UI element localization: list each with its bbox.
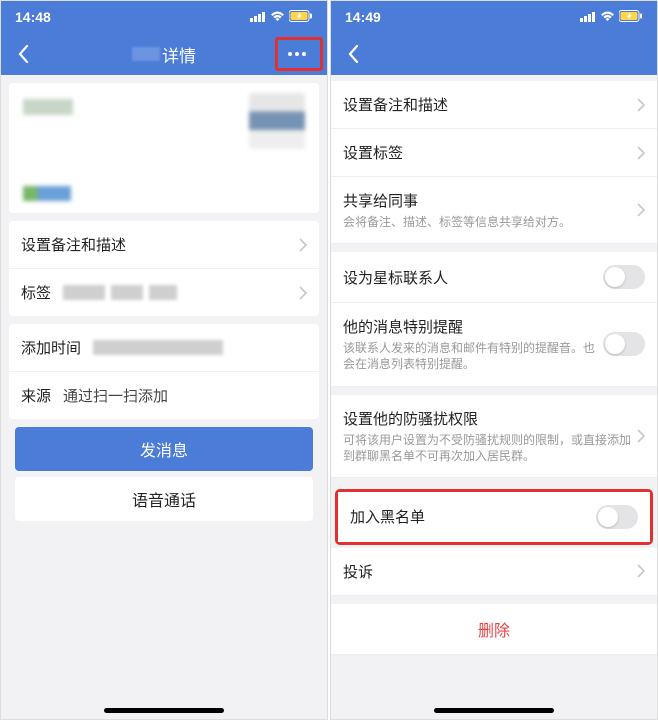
home-indicator[interactable] [434, 708, 554, 713]
toggle-notify[interactable] [603, 332, 645, 356]
row-delete[interactable]: 删除 [331, 604, 657, 655]
chevron-right-icon [637, 429, 645, 443]
toggle-star[interactable] [603, 265, 645, 289]
content: 设置备注和描述 标签 添加时间 来源 [1, 75, 327, 719]
row-set-remark[interactable]: 设置备注和描述 [9, 221, 319, 269]
status-bar: 14:49 [331, 1, 657, 33]
row-label: 来源 [21, 385, 51, 406]
row-label: 投诉 [343, 561, 373, 582]
row-complain[interactable]: 投诉 [331, 548, 657, 596]
nav-bar: 详情 [1, 33, 327, 75]
settings-group-1: 设置备注和描述 标签 [9, 221, 319, 316]
back-button[interactable] [341, 42, 365, 66]
page-title: 详情 [132, 42, 196, 67]
row-label: 他的消息特别提醒 [343, 316, 603, 337]
contact-name-redacted [23, 99, 73, 115]
profile-card[interactable] [9, 83, 319, 213]
contact-tag-redacted [23, 186, 71, 201]
chevron-right-icon [637, 564, 645, 578]
row-label: 加入黑名单 [350, 506, 425, 527]
nav-bar [331, 33, 657, 75]
status-bar: 14:48 [1, 1, 327, 33]
phone-left: 14:48 详情 [0, 0, 328, 720]
row-source: 来源 通过扫一扫添加 [9, 372, 319, 419]
row-label: 设置备注和描述 [343, 94, 448, 115]
send-message-button[interactable]: 发消息 [15, 427, 313, 471]
row-label: 设置备注和描述 [21, 234, 126, 255]
toggle-blacklist[interactable] [596, 505, 638, 529]
phone-right: 14:49 设置备注和描述 设置标签 共 [330, 0, 658, 720]
home-indicator[interactable] [104, 708, 224, 713]
chevron-right-icon [637, 146, 645, 160]
row-anti-harass[interactable]: 设置他的防骚扰权限 可将该用户设置为不受防骚扰规则的限制，或直接添加到群聊黑名单… [331, 395, 657, 478]
wifi-icon [270, 9, 285, 25]
chevron-right-icon [637, 98, 645, 112]
button-label: 语音通话 [132, 487, 196, 511]
row-label: 标签 [21, 282, 51, 303]
back-button[interactable] [11, 42, 35, 66]
chevron-right-icon [299, 286, 307, 300]
row-label: 设为星标联系人 [343, 267, 448, 288]
voice-call-button[interactable]: 语音通话 [15, 477, 313, 521]
row-share-colleague[interactable]: 共享给同事 会将备注、描述、标签等信息共享给对方。 [331, 177, 657, 244]
row-blacklist[interactable]: 加入黑名单 [338, 492, 650, 542]
status-time: 14:49 [345, 9, 381, 25]
row-label: 添加时间 [21, 337, 81, 358]
row-set-remark[interactable]: 设置备注和描述 [331, 81, 657, 129]
status-icons [580, 9, 643, 25]
signal-icon [580, 9, 596, 25]
battery-icon [289, 9, 313, 25]
button-label: 发消息 [140, 437, 188, 461]
more-button[interactable] [277, 40, 317, 68]
chevron-right-icon [299, 238, 307, 252]
title-redacted [132, 47, 160, 61]
row-label: 设置标签 [343, 142, 403, 163]
row-star-contact[interactable]: 设为星标联系人 [331, 252, 657, 303]
row-set-tags[interactable]: 设置标签 [331, 129, 657, 177]
signal-icon [250, 9, 266, 25]
chevron-right-icon [637, 203, 645, 217]
row-label: 设置他的防骚扰权限 [343, 408, 637, 429]
status-icons [250, 9, 313, 25]
content: 设置备注和描述 设置标签 共享给同事 会将备注、描述、标签等信息共享给对方。 设… [331, 75, 657, 719]
row-label: 共享给同事 [343, 190, 637, 211]
row-sub: 可将该用户设置为不受防骚扰规则的限制，或直接添加到群聊黑名单不可再次加入居民群。 [343, 432, 637, 464]
battery-icon [619, 9, 643, 25]
tags-value-redacted [51, 285, 299, 300]
settings-group-2: 添加时间 来源 通过扫一扫添加 [9, 324, 319, 419]
row-special-notify[interactable]: 他的消息特别提醒 该联系人发来的消息和邮件有特别的提醒音。也会在消息列表特别提醒… [331, 303, 657, 386]
title-suffix: 详情 [162, 42, 196, 67]
row-sub: 会将备注、描述、标签等信息共享给对方。 [343, 214, 637, 230]
source-value: 通过扫一扫添加 [51, 385, 307, 406]
delete-label: 删除 [478, 617, 510, 641]
status-time: 14:48 [15, 9, 51, 25]
add-time-value-redacted [81, 340, 307, 355]
wifi-icon [600, 9, 615, 25]
avatar-redacted [249, 93, 305, 149]
row-sub: 该联系人发来的消息和邮件有特别的提醒音。也会在消息列表特别提醒。 [343, 340, 603, 372]
row-add-time: 添加时间 [9, 324, 319, 372]
highlight-blacklist: 加入黑名单 [335, 489, 653, 545]
row-tags[interactable]: 标签 [9, 269, 319, 316]
